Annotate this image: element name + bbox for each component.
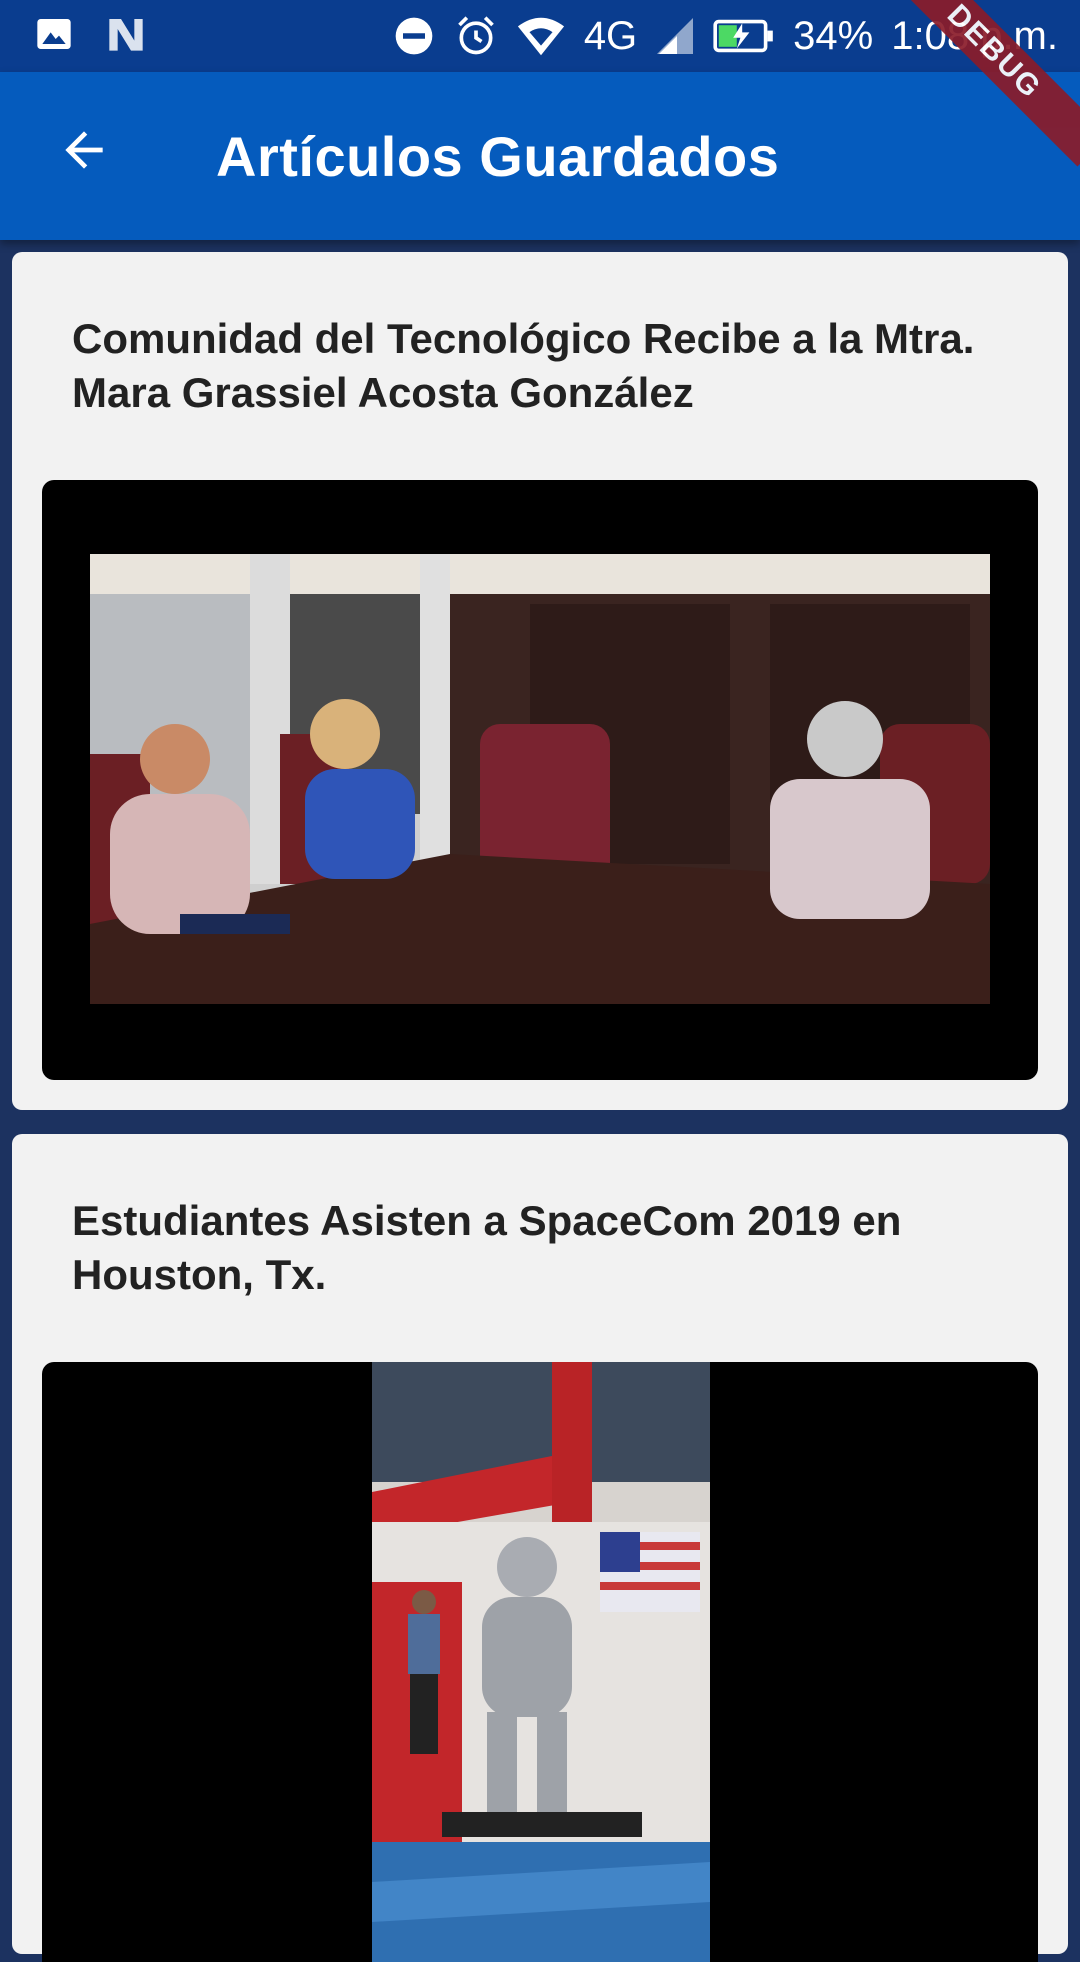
battery-charging-icon: [713, 18, 775, 54]
article-title: Estudiantes Asisten a SpaceCom 2019 en H…: [72, 1197, 902, 1298]
signal-icon: [655, 16, 695, 56]
article-photo: [90, 554, 990, 1004]
article-image-frame: [42, 480, 1038, 1080]
notification-n-icon: [104, 14, 148, 54]
page-title: Artículos Guardados: [216, 125, 780, 188]
article-card[interactable]: Estudiantes Asisten a SpaceCom 2019 en H…: [12, 1134, 1068, 1962]
battery-percentage: 34%: [793, 13, 874, 58]
wifi-icon: [516, 14, 566, 58]
app-bar: Artículos Guardados: [0, 72, 1080, 240]
alarm-icon: [454, 14, 498, 58]
network-type: 4G: [583, 13, 638, 58]
article-title: Comunidad del Tecnológico Recibe a la Mt…: [72, 315, 975, 416]
article-image-frame: [42, 1362, 1038, 1962]
article-card[interactable]: Comunidad del Tecnológico Recibe a la Mt…: [12, 252, 1068, 1110]
image-icon: [34, 14, 74, 54]
do-not-disturb-icon: [392, 14, 436, 58]
back-button[interactable]: [44, 112, 124, 192]
status-bar: 4G 34% 1:08 p.m.: [0, 0, 1080, 72]
article-photo: [372, 1362, 710, 1962]
arrow-left-icon: [56, 122, 112, 183]
